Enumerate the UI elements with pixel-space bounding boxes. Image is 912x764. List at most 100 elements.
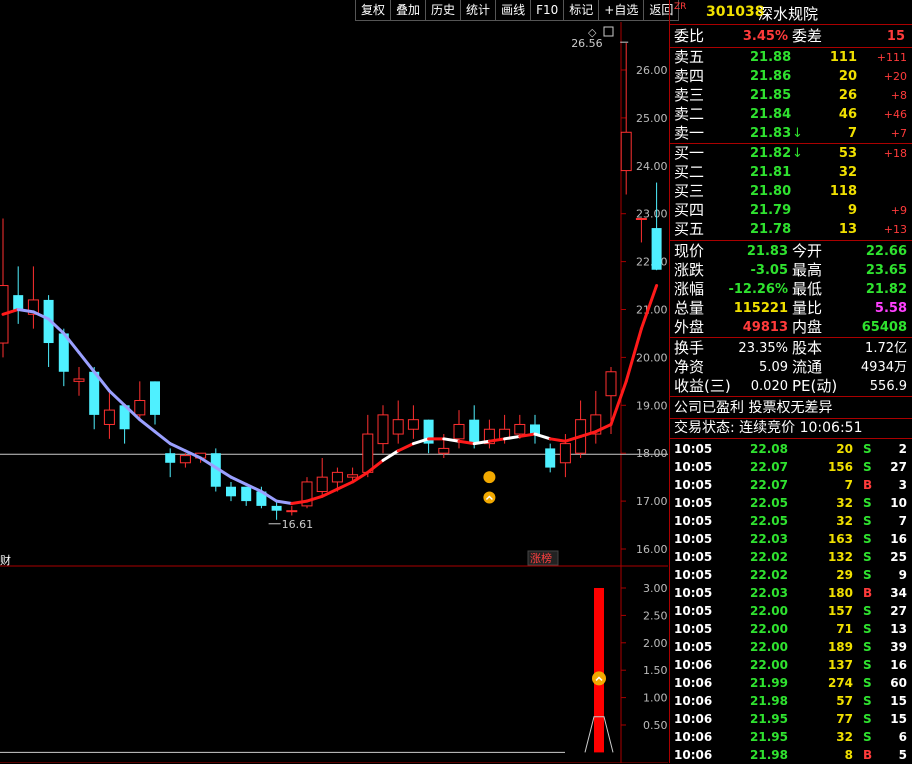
fund-label: 收益(三) [674,377,731,395]
tick-side: S [863,622,872,636]
ma-line-segment [548,437,567,443]
tick-side: S [863,604,872,618]
tick-count: 39 [890,640,907,654]
tick-count: 25 [890,550,907,564]
candle-body [453,423,465,440]
tick-count: 6 [898,730,907,744]
buy-row-4[interactable]: 买四 21.79 9 +9 [670,201,912,220]
y-tick-label: 25.00 [636,112,668,125]
stock-header: ZR 301038 深水规院 [670,0,912,25]
candle-body [620,131,632,172]
level-label: 卖三 [674,86,705,104]
ma-line-segment [168,442,187,453]
kline-chart[interactable]: 26.0025.0024.0023.0022.0021.0020.0019.00… [0,22,668,763]
tick-volume: 132 [827,550,853,564]
fund-label: 流通 [792,358,823,376]
quote-label: 涨幅 [674,280,705,298]
toolbar-button-7[interactable]: +自选 [598,0,645,21]
tick-count: 34 [890,586,907,600]
toolbar-button-4[interactable]: 画线 [495,0,532,21]
sell-row-5[interactable]: 卖五 21.88 111 +111 [670,48,912,67]
y-tick-label: 24.00 [636,160,668,173]
quote-label: 现价 [674,242,705,260]
fund-value: 4934万 [860,360,907,375]
candle-body [559,443,571,464]
level-price: 21.80 [750,184,792,199]
fund-value: 0.020 [750,379,788,394]
toolbar-button-0[interactable]: 复权 [355,0,392,21]
fundamental-row: 收益(三) 0.020 PE(动) 556.9 [670,377,912,396]
quote-value: 49813 [742,320,788,335]
candle-body [316,476,328,493]
toolbar-button-5[interactable]: F10 [530,0,565,21]
level-volume: 32 [838,165,857,180]
candle-body [635,217,647,220]
fund-value: 556.9 [869,379,907,394]
candle-body [241,486,252,502]
tick-price: 22.00 [750,658,788,672]
tick-time: 10:06 [674,748,713,762]
level-change: +46 [883,108,907,121]
level-label: 买一 [674,144,705,162]
candle-body [347,474,359,478]
buy-row-5[interactable]: 买五 21.78 13 +13 [670,220,912,239]
candle-body [545,448,556,468]
toolbar-button-3[interactable]: 统计 [460,0,497,21]
level-volume: 111 [829,50,857,65]
quote-label: 内盘 [792,318,823,336]
tick-price: 22.02 [750,568,788,582]
level-change: +13 [883,223,907,236]
level-price: 21.88 [750,50,792,65]
tick-count: 13 [890,622,907,636]
tick-time: 10:05 [674,568,713,582]
fund-value: 5.09 [759,360,788,375]
signal-bar [594,588,604,753]
y-tick-label: 21.00 [636,304,668,317]
candle-body [271,505,282,511]
level-change: +8 [890,89,907,102]
candle-body [103,409,115,425]
sell-row-2[interactable]: 卖二 21.84 46 +46 [670,105,912,124]
quote-label: 最高 [792,261,823,279]
candle-body [73,378,85,382]
tick-time: 10:06 [674,658,713,672]
candle-body [469,419,480,444]
toolbar-button-6[interactable]: 标记 [563,0,600,21]
candle-body [13,295,24,310]
sub-y-tick-label: 0.50 [643,719,668,732]
tick-price: 21.98 [750,694,788,708]
level-volume: 26 [838,88,857,103]
level-label: 卖一 [674,124,705,142]
sell-row-4[interactable]: 卖四 21.86 20 +20 [670,67,912,86]
sell-row-1[interactable]: 卖一 21.83 ↓ 7 +7 [670,124,912,143]
quote-value: 5.58 [874,301,907,316]
level-change: +18 [883,147,907,160]
tick-price: 22.08 [750,442,788,456]
candle-body [407,419,419,430]
tick-price: 21.99 [750,676,788,690]
tick-row: 10:05 22.00 71 S 13 [670,620,912,638]
tick-time: 10:06 [674,730,713,744]
toolbar-button-2[interactable]: 历史 [425,0,462,21]
candle-body [331,471,343,483]
tick-count: 9 [898,568,907,582]
quote-value: 115221 [733,301,788,316]
tick-count: 15 [890,712,907,726]
committee-ratio-value: 3.45% [742,29,788,44]
buy-row-1[interactable]: 买一 21.82 ↓ 53 +18 [670,144,912,163]
tick-volume: 57 [836,694,853,708]
candle-body [226,486,236,497]
tick-row: 10:05 22.03 180 B 34 [670,584,912,602]
toolbar-button-1[interactable]: 叠加 [390,0,427,21]
level-volume: 118 [829,184,857,199]
level-volume: 13 [838,222,857,237]
tick-time: 10:05 [674,532,713,546]
quote-value: -12.26% [728,282,788,297]
buy-row-2[interactable]: 买二 21.81 32 [670,163,912,182]
tick-price: 22.00 [750,604,788,618]
candle-body [605,371,617,397]
sell-row-3[interactable]: 卖三 21.85 26 +8 [670,86,912,105]
buy-row-3[interactable]: 买三 21.80 118 [670,182,912,201]
tick-count: 27 [890,460,907,474]
level-label: 卖四 [674,67,705,85]
